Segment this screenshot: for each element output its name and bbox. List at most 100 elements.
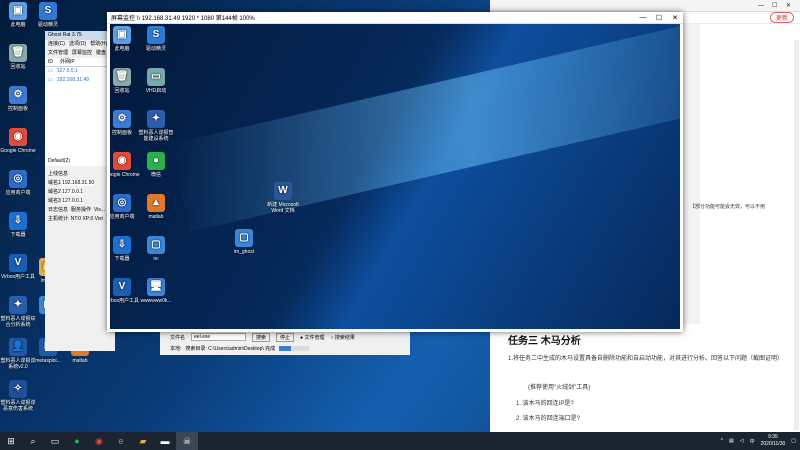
folder-icon[interactable]: ▰ (132, 432, 154, 450)
notification-icon[interactable]: ▢ (791, 438, 796, 444)
rat-tool-button[interactable]: 键盘 (96, 50, 106, 56)
field-label: 域名3 (48, 198, 61, 204)
desktop-icon[interactable]: ▢ im_ghost (226, 229, 262, 255)
desktop-icon[interactable]: ⇩ 下载器 (0, 212, 36, 238)
task-paragraph: 1.将任务二中生成的木马设置具备自删除功能和自启动功能，对其进行分析。回答以下问… (508, 356, 784, 362)
icon-label: 下载器 (10, 232, 26, 238)
icon-label: 下载器 (114, 256, 130, 262)
app-icon: ⚙ (113, 110, 131, 128)
filename-input[interactable]: eel.exe (191, 333, 247, 341)
desktop-icon[interactable]: ◎ 应用商户端 (110, 194, 140, 220)
minimize-button[interactable]: — (635, 14, 651, 21)
close-button[interactable]: ✕ (667, 14, 683, 22)
icon-label: 驱动精灵 (145, 46, 166, 52)
icon-label: matlab (148, 214, 164, 220)
config-field[interactable]: 域名1 192.168.31.50 (45, 179, 115, 188)
app-icon: ▢ (235, 229, 253, 247)
desktop-icon[interactable]: ✦ 塑料恶人谍报智能建设系统 (138, 110, 174, 142)
remote-screen[interactable]: ▣ 此电脑 🗑 回收站 ⚙ 控制面板 ◉ Google Chrome ◎ 应用商户端 ⇩ 下载器 V Vi… (110, 24, 680, 329)
rat-tool-button[interactable]: 屏幕监控 (72, 50, 92, 56)
config-field[interactable]: 域名2 127.0.0.1 (45, 188, 115, 197)
app-icon: ✦ (147, 110, 165, 128)
wechat-icon[interactable]: ● (66, 432, 88, 450)
rat-menu-item[interactable]: 选项(O) (69, 41, 86, 47)
search-button[interactable]: 搜索 (252, 332, 271, 342)
rat-menu[interactable]: 连接(C) 选项(O) 帮助(H) (45, 40, 115, 49)
rat-toolbar[interactable]: 文件管理 屏幕监控 键盘 (45, 49, 115, 58)
desktop-icon[interactable]: S 驱动精灵 (138, 26, 174, 52)
config-field[interactable]: 域名3 127.0.0.1 (45, 197, 115, 206)
desktop-icon[interactable]: V Virbox用户工具 (110, 278, 140, 304)
terminal-icon[interactable]: ▬ (154, 432, 176, 450)
task-view-icon[interactable]: ▭ (44, 432, 66, 450)
status-tab[interactable]: 日志信息 (48, 207, 68, 213)
local-label: 本地: (170, 345, 182, 352)
desktop-icon[interactable]: 🗑 回收站 (110, 68, 140, 94)
chrome-icon[interactable]: ◉ (88, 432, 110, 450)
app-icon: ● (147, 152, 165, 170)
desktop-icon[interactable]: 🖥 wwwwww0k... (138, 278, 174, 304)
app-icon: ◎ (113, 194, 131, 212)
ime-icon[interactable]: 中 (750, 438, 755, 445)
file-search-bar[interactable]: 文件名 eel.exe 搜索 停止 ● 文件管理 ○ 搜索结果 本地: 搜索目录… (160, 331, 410, 355)
app-icon: W (274, 182, 292, 200)
rat-app-icon[interactable]: ☠ (176, 432, 198, 450)
file-manage-radio[interactable]: ● 文件管理 (300, 334, 324, 341)
desktop-icon[interactable]: W 新建 Microsoft Word 文档 (265, 182, 301, 214)
desktop-icon[interactable]: ⇩ 下载器 (110, 236, 140, 262)
rat-menu-item[interactable]: 帮助(H) (90, 41, 107, 47)
rat-tool-button[interactable]: 文件管理 (48, 50, 68, 56)
desktop-icon[interactable]: ◎ 应用商户端 (0, 170, 36, 196)
volume-icon[interactable]: ◁ (740, 438, 744, 444)
network-icon[interactable]: ▤ (729, 438, 734, 444)
desktop-icon[interactable]: ▭ VHD启动 (138, 68, 174, 94)
desktop-icon[interactable]: ▲ matlab (138, 194, 174, 220)
desktop-icon[interactable]: ◉ Google Chrome (110, 152, 140, 178)
desktop-icon[interactable]: ▢ nc (138, 236, 174, 262)
status-tabs[interactable]: 日志信息 服务操作 Vis... (45, 206, 115, 215)
stop-button[interactable]: 停止 (276, 332, 295, 342)
question-1: 1. 该木马的回连IP是? (516, 401, 574, 407)
desktop-icon[interactable]: ▣ 此电脑 (110, 26, 140, 52)
clock[interactable]: 9:35 2020/11/30 (761, 434, 786, 448)
desktop-icon[interactable]: 🗑 回收站 (0, 44, 36, 70)
icon-label: Virbox用户工具 (110, 298, 140, 304)
app-icon: ▣ (113, 26, 131, 44)
start-icon[interactable]: ⊞ (0, 432, 22, 450)
question-2: 2. 该木马的回连端口是? (516, 416, 581, 422)
rat-menu-item[interactable]: 连接(C) (48, 41, 65, 47)
search-result-radio[interactable]: ○ 搜索结果 (330, 334, 354, 341)
config-field[interactable]: 上线信息 (45, 170, 115, 179)
screen-monitor-window[interactable]: 屏幕监控 \\ 192.168.31.49 1920 * 1080 第144帧 … (107, 12, 683, 332)
app-icon: ◉ (113, 152, 131, 170)
edge-icon[interactable]: e (110, 432, 132, 450)
update-button[interactable]: 更新 (769, 12, 794, 23)
icon-label: metasploi... (35, 358, 61, 364)
col-id[interactable]: ID (48, 59, 53, 65)
field-value: 127.0.0.1 (62, 198, 84, 204)
host-row[interactable]: ▭ 192.168.31.49 (45, 76, 115, 85)
status-tab[interactable]: Vis... (94, 207, 105, 213)
group-tab[interactable]: Default(2) (45, 157, 115, 166)
app-icon: ▢ (147, 236, 165, 254)
desktop-icon[interactable]: ⚙ 控制面板 (110, 110, 140, 136)
desktop-icon[interactable]: ⚙ 控制面板 (0, 86, 36, 112)
desktop-icon[interactable]: S 驱动精灵 (30, 2, 66, 28)
tray-up-icon[interactable]: ^ (721, 438, 723, 444)
search-path: 搜索目录: C:\Users\admin\Desktop\ 完成 (185, 345, 276, 352)
rat-window[interactable]: Ghost Rat 3.75 连接(C) 选项(O) 帮助(H) 文件管理 屏幕监控键… (45, 31, 115, 351)
desktop-icon[interactable]: ✧ 塑料恶人谍报谍恶意伤害系统 (0, 380, 36, 412)
icon-label: 微信 (150, 172, 161, 178)
col-ip[interactable]: 外网IP (60, 59, 75, 65)
status-line: 主机统计: NT:0 XP:0 Vist (48, 216, 103, 222)
search-icon[interactable]: ⌕ (22, 432, 44, 450)
desktop-icon[interactable]: ◉ Google Chrome (0, 128, 36, 154)
app-icon: S (147, 26, 165, 44)
task-heading: 任务三 木马分析 (508, 336, 581, 347)
desktop-icon[interactable]: ● 微信 (138, 152, 174, 178)
maximize-button[interactable]: ☐ (651, 14, 667, 22)
host-row[interactable]: ▭ 127.0.0.1 (45, 67, 115, 76)
doc-scrollbar[interactable] (794, 40, 799, 430)
app-icon: V (9, 254, 27, 272)
status-tab[interactable]: 服务操作 (71, 207, 91, 213)
